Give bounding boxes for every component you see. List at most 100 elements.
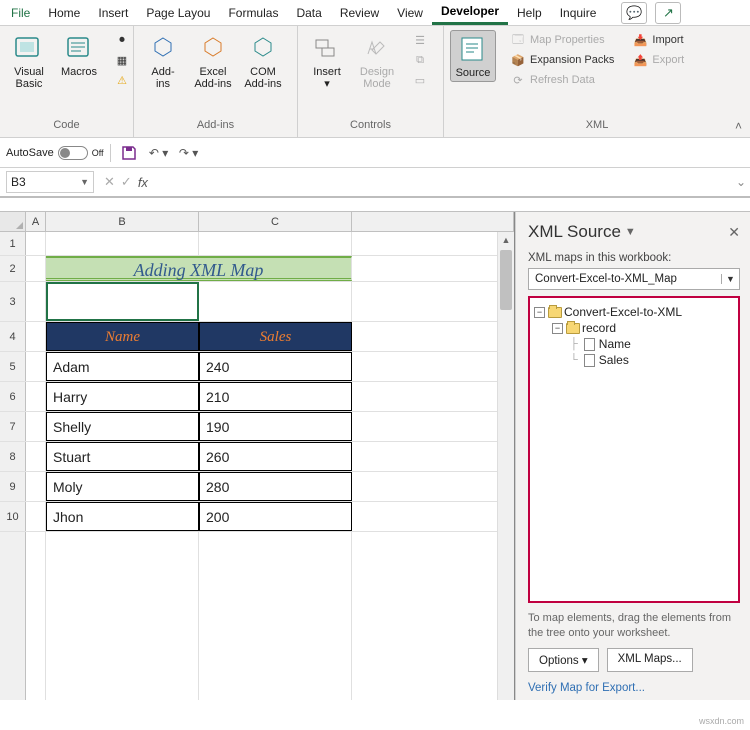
relative-refs-button[interactable]: ▦ (110, 50, 134, 70)
autosave-toggle[interactable]: AutoSave Off (6, 146, 104, 160)
row-header[interactable]: 2 (0, 256, 26, 281)
options-button[interactable]: Options ▾ (528, 648, 599, 672)
excel-addins-button[interactable]: Excel Add-ins (190, 30, 236, 92)
data-cell[interactable]: 210 (199, 382, 352, 411)
data-cell[interactable]: Moly (46, 472, 199, 501)
menu-review[interactable]: Review (331, 2, 388, 24)
selected-cell[interactable] (46, 282, 199, 321)
col-header-c[interactable]: C (199, 212, 352, 231)
expand-formula-bar-button[interactable]: ⌄ (732, 175, 750, 189)
header-name-cell[interactable]: Name (46, 322, 199, 351)
tree-connector-icon: └ (570, 354, 578, 366)
menu-formulas[interactable]: Formulas (219, 2, 287, 24)
menu-data[interactable]: Data (287, 2, 330, 24)
row-header[interactable]: 7 (0, 412, 26, 441)
col-header-a[interactable]: A (26, 212, 46, 231)
macro-security-button[interactable]: ⚠ (110, 70, 134, 90)
tree-collapse-icon[interactable]: − (534, 307, 545, 318)
worksheet-grid[interactable]: A B C 1 2 Adding XML Map 3 4 NameSales 5 Ad… (0, 212, 515, 700)
element-icon (582, 354, 597, 367)
tree-collapse-icon[interactable]: − (552, 323, 563, 334)
excel-addins-icon (197, 32, 229, 64)
cancel-formula-button[interactable]: ✕ (104, 174, 115, 190)
tree-record-node[interactable]: − record (552, 320, 734, 336)
data-cell[interactable]: 260 (199, 442, 352, 471)
formula-input[interactable] (158, 171, 732, 193)
menu-help[interactable]: Help (508, 2, 551, 24)
row-header[interactable]: 4 (0, 322, 26, 351)
pane-title-dropdown-icon[interactable]: ▼ (625, 226, 636, 238)
share-button[interactable]: ↗ (655, 2, 681, 24)
scroll-thumb[interactable] (500, 250, 512, 310)
row-header[interactable]: 1 (0, 232, 26, 255)
data-cell[interactable]: 280 (199, 472, 352, 501)
row-header[interactable]: 3 (0, 282, 26, 321)
scroll-up-icon[interactable]: ▲ (498, 232, 514, 248)
menu-file[interactable]: File (2, 2, 39, 24)
xml-tree[interactable]: − Convert-Excel-to-XML − record ├ Name └… (528, 296, 740, 603)
select-all-button[interactable] (0, 212, 26, 231)
expansion-packs-button[interactable]: 📦Expansion Packs (506, 50, 618, 70)
refresh-data-button[interactable]: ⟳Refresh Data (506, 70, 618, 90)
menu-home[interactable]: Home (39, 2, 89, 24)
row-header[interactable]: 6 (0, 382, 26, 411)
tree-root-node[interactable]: − Convert-Excel-to-XML (534, 304, 734, 320)
undo-button[interactable]: ↶ ▾ (147, 141, 171, 165)
name-box-dropdown-icon[interactable]: ▼ (80, 177, 89, 187)
macros-button[interactable]: Macros (56, 30, 102, 80)
title-cell[interactable]: Adding XML Map (46, 256, 352, 281)
xml-source-button[interactable]: Source (450, 30, 496, 82)
tree-name-node[interactable]: ├ Name (570, 336, 734, 352)
data-cell[interactable]: Adam (46, 352, 199, 381)
row-header[interactable] (0, 532, 26, 700)
name-box[interactable]: B3 ▼ (6, 171, 94, 193)
enter-formula-button[interactable]: ✓ (121, 174, 132, 190)
row-header[interactable]: 8 (0, 442, 26, 471)
tree-sales-node[interactable]: └ Sales (570, 352, 734, 368)
xml-map-select[interactable]: Convert-Excel-to-XML_Map ▼ (528, 268, 740, 290)
addins-button[interactable]: Add- ins (140, 30, 186, 92)
redo-button[interactable]: ↷ ▾ (177, 141, 201, 165)
data-cell[interactable]: 190 (199, 412, 352, 441)
data-cell[interactable]: Harry (46, 382, 199, 411)
comments-button[interactable]: 💬 (621, 2, 647, 24)
xml-group-label: XML (450, 119, 744, 135)
menu-inquire[interactable]: Inquire (551, 2, 606, 24)
com-addins-button[interactable]: COM Add-ins (240, 30, 286, 92)
insert-control-button[interactable]: Insert▾ (304, 30, 350, 92)
menu-pagelayout[interactable]: Page Layou (137, 2, 219, 24)
save-button[interactable] (117, 141, 141, 165)
row-header[interactable]: 9 (0, 472, 26, 501)
menu-insert[interactable]: Insert (89, 2, 137, 24)
run-dialog-button[interactable]: ▭ (408, 70, 432, 90)
map-properties-button[interactable]: 🗔Map Properties (506, 30, 618, 50)
data-cell[interactable]: Shelly (46, 412, 199, 441)
pane-close-button[interactable]: ✕ (728, 224, 740, 241)
insert-control-label: Insert▾ (313, 66, 341, 90)
data-cell[interactable]: Stuart (46, 442, 199, 471)
macros-icon (63, 32, 95, 64)
menu-developer[interactable]: Developer (432, 0, 508, 25)
xml-maps-button[interactable]: XML Maps... (607, 648, 693, 672)
export-icon: 📤 (632, 52, 648, 68)
design-mode-label: Design Mode (360, 66, 394, 90)
vertical-scrollbar[interactable]: ▲ (497, 232, 514, 700)
menu-view[interactable]: View (388, 2, 432, 24)
record-macro-button[interactable]: ⏺ (110, 30, 134, 50)
import-button[interactable]: 📥Import (628, 30, 688, 50)
row-header[interactable]: 5 (0, 352, 26, 381)
insert-function-button[interactable]: fx (138, 175, 148, 190)
export-button[interactable]: 📤Export (628, 50, 688, 70)
data-cell[interactable]: 200 (199, 502, 352, 531)
col-header-b[interactable]: B (46, 212, 199, 231)
view-code-button[interactable]: ⧉ (408, 50, 432, 70)
visual-basic-button[interactable]: Visual Basic (6, 30, 52, 92)
properties-button[interactable]: ☰ (408, 30, 432, 50)
design-mode-button[interactable]: Design Mode (354, 30, 400, 92)
data-cell[interactable]: 240 (199, 352, 352, 381)
verify-map-link[interactable]: Verify Map for Export... (528, 682, 740, 694)
collapse-ribbon-button[interactable]: ˄ (735, 119, 742, 133)
data-cell[interactable]: Jhon (46, 502, 199, 531)
row-header[interactable]: 10 (0, 502, 26, 531)
header-sales-cell[interactable]: Sales (199, 322, 352, 351)
